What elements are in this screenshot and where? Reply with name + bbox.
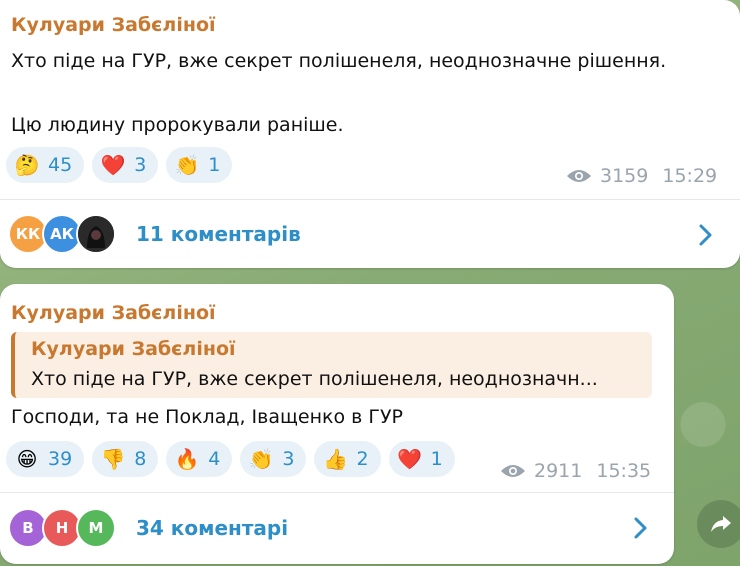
thumbs-down-icon: 👎 <box>100 447 126 471</box>
reaction-count: 4 <box>208 448 221 470</box>
eye-icon <box>566 168 592 184</box>
reaction-thinking[interactable]: 🤔 45 <box>6 147 85 183</box>
divider <box>0 199 740 200</box>
message-text-line: Хто піде на ГУР, вже секрет полішенеля, … <box>11 50 667 72</box>
comments-button[interactable]: В Н М 34 коментарі <box>0 496 674 560</box>
reaction-heart[interactable]: ❤️ 3 <box>92 147 159 183</box>
comments-button[interactable]: КК АК 11 коментарів <box>0 202 740 266</box>
reaction-count: 3 <box>134 154 147 176</box>
reaction-heart[interactable]: ❤️ 1 <box>388 441 455 477</box>
message-text-line: Цю людину пророкували раніше. <box>11 114 344 136</box>
reaction-thumbs-up[interactable]: 👍 2 <box>314 441 381 477</box>
comments-label: 34 коментарі <box>136 516 289 540</box>
reaction-count: 45 <box>48 154 73 176</box>
thumbs-up-icon: 👍 <box>323 447 348 471</box>
chevron-right-icon <box>699 224 712 246</box>
reaction-count: 39 <box>48 448 73 470</box>
view-count: 2911 <box>534 460 583 482</box>
sender-name[interactable]: Кулуари Забєліної <box>11 14 216 36</box>
comments-label: 11 коментарів <box>136 222 301 246</box>
chevron-right-icon <box>634 517 647 539</box>
red-heart-icon: ❤️ <box>397 447 423 471</box>
message-meta: 3159 15:29 <box>566 165 717 187</box>
channel-post[interactable]: Кулуари Забєліної Хто піде на ГУР, вже с… <box>0 0 740 268</box>
message-time: 15:29 <box>662 165 718 187</box>
reaction-count: 1 <box>208 154 221 176</box>
message-text: Господи, та не Поклад, Іващенко в ГУР <box>11 406 404 428</box>
fire-icon: 🔥 <box>174 447 200 471</box>
reaction-count: 1 <box>430 448 443 470</box>
reactions-bar: 😁 39 👎 8 🔥 4 👏 3 👍 2 ❤️ 1 <box>6 441 455 477</box>
reaction-fire[interactable]: 🔥 4 <box>166 441 233 477</box>
hooded-figure-icon <box>78 216 114 252</box>
forward-arrow-icon <box>711 516 731 532</box>
reaction-clap[interactable]: 👏 3 <box>240 441 307 477</box>
clapping-hands-icon: 👏 <box>248 447 274 471</box>
reaction-thumbs-down[interactable]: 👎 8 <box>92 441 159 477</box>
divider <box>0 492 674 493</box>
clapping-hands-icon: 👏 <box>174 153 200 177</box>
red-heart-icon: ❤️ <box>100 153 126 177</box>
reactions-bar: 🤔 45 ❤️ 3 👏 1 <box>6 147 233 183</box>
thinking-face-icon: 🤔 <box>14 153 40 177</box>
forward-button[interactable] <box>697 500 740 548</box>
view-count: 3159 <box>600 165 649 187</box>
reply-sender-name: Кулуари Забєліної <box>31 338 236 360</box>
reaction-count: 2 <box>356 448 369 470</box>
reply-quote[interactable]: Кулуари Забєліної Хто піде на ГУР, вже с… <box>11 332 652 398</box>
reply-preview-text: Хто піде на ГУР, вже секрет полішенеля, … <box>31 368 598 390</box>
sender-name[interactable]: Кулуари Забєліної <box>11 302 216 324</box>
reaction-clap[interactable]: 👏 1 <box>166 147 233 183</box>
channel-post[interactable]: Кулуари Забєліної Кулуари Забєліної Хто … <box>0 284 674 564</box>
grinning-face-icon: 😁 <box>16 447 38 471</box>
reaction-grin[interactable]: 😁 39 <box>6 441 85 477</box>
reaction-count: 8 <box>134 448 147 470</box>
avatar: М <box>76 508 116 548</box>
avatar <box>76 214 116 254</box>
eye-icon <box>500 463 526 479</box>
message-time: 15:35 <box>596 460 652 482</box>
reaction-count: 3 <box>282 448 295 470</box>
message-meta: 2911 15:35 <box>500 460 651 482</box>
